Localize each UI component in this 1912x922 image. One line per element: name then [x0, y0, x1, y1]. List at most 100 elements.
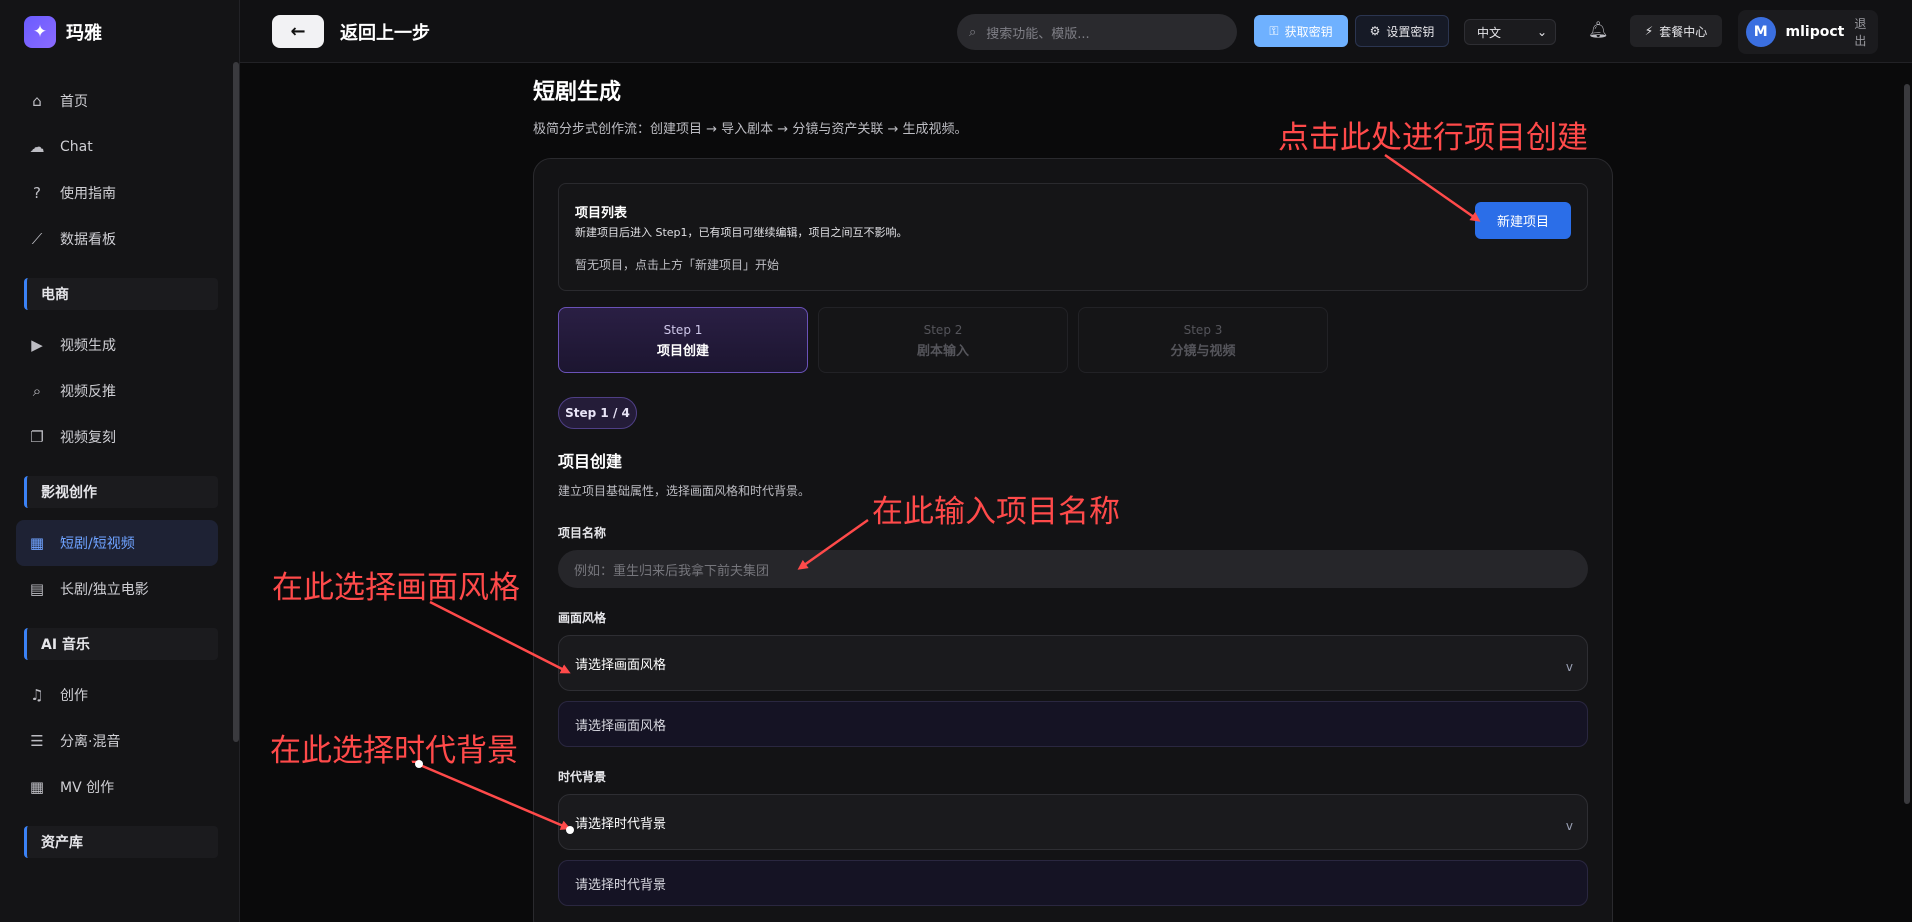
project-list-description: 新建项目后进入 Step1，已有项目可继续编辑，项目之间互不影响。: [575, 226, 908, 239]
project-list-panel: 项目列表 新建项目后进入 Step1，已有项目可继续编辑，项目之间互不影响。 暂…: [558, 183, 1588, 291]
language-select[interactable]: 中文 ⌄: [1464, 19, 1556, 45]
sidebar-item-label: Chat: [60, 139, 93, 155]
era-option[interactable]: 请选择时代背景: [558, 860, 1588, 906]
step-number: Step 1: [663, 323, 703, 337]
style-option-label: 请选择画面风格: [575, 718, 667, 734]
era-label: 时代背景: [558, 770, 607, 784]
set-key-label: 设置密钥: [1386, 24, 1435, 39]
sidebar-item-label: 数据看板: [60, 232, 116, 248]
sidebar: ✦ 玛雅 ⌂ 首页 ☁ Chat? 使用指南 ⟋ 数据看板 电商 ▶ 视频生成 ⌕ 视频反推 ❐ 视频复刻…: [0, 0, 240, 922]
step-tab-2[interactable]: Step 2 剧本输入: [818, 307, 1068, 373]
sidebar-section-header: AI 音乐: [24, 628, 218, 660]
search-input[interactable]: ⌕ 搜索功能、模版...: [957, 14, 1237, 50]
era-select[interactable]: 请选择时代背景 v: [558, 794, 1588, 850]
sidebar-item[interactable]: ▶ 视频生成: [16, 322, 218, 368]
new-project-button[interactable]: 新建项目: [1475, 202, 1571, 239]
step-name: 剧本输入: [916, 344, 969, 359]
section-title: 项目创建: [558, 452, 623, 471]
sidebar-item-label: 短剧/短视频: [60, 536, 135, 552]
project-name-label: 项目名称: [558, 526, 607, 540]
chevron-down-icon: v: [1565, 819, 1573, 833]
project-list-title: 项目列表: [575, 206, 628, 221]
sidebar-item[interactable]: ♫ 创作: [16, 672, 218, 718]
step-name: 项目创建: [656, 344, 709, 359]
top-bar: ← 返回上一步 ⌕ 搜索功能、模版... ⚿ 获取密钥 ⚙ 设置密钥 中文 ⌄ …: [240, 0, 1912, 63]
get-key-label: 获取密钥: [1284, 24, 1333, 39]
back-button[interactable]: ←: [272, 15, 324, 48]
project-name-placeholder: 例如：重生归来后我拿下前夫集团: [574, 563, 770, 579]
search-video-icon: ⌕: [32, 382, 42, 400]
annotation-enter-name: 在此输入项目名称: [872, 494, 1120, 530]
chat-icon: ☁: [29, 138, 45, 156]
sidebar-section-header: 影视创作: [24, 476, 218, 508]
style-select[interactable]: 请选择画面风格 v: [558, 635, 1588, 691]
chevron-down-icon: v: [1565, 660, 1573, 674]
step-badge: Step 1 / 4: [558, 397, 637, 429]
step-tab-3[interactable]: Step 3 分镜与视频: [1078, 307, 1328, 373]
logout-link[interactable]: 退出: [1854, 15, 1878, 49]
era-select-value: 请选择时代背景: [575, 816, 667, 832]
annotation-create-project: 点击此处进行项目创建: [1278, 120, 1588, 156]
annotation-choose-style: 在此选择画面风格: [272, 570, 520, 606]
sidebar-item[interactable]: ▦ MV 创作: [16, 764, 218, 810]
step-number: Step 3: [1183, 323, 1223, 337]
style-select-value: 请选择画面风格: [575, 657, 667, 673]
sidebar-item-label: 视频反推: [60, 384, 116, 400]
step-number: Step 2: [923, 323, 963, 337]
sidebar-item-label: 首页: [60, 94, 88, 110]
sidebar-item[interactable]: ▤ 长剧/独立电影: [16, 566, 218, 612]
project-name-input[interactable]: 例如：重生归来后我拿下前夫集团: [558, 550, 1588, 588]
chart-icon: ⟋: [31, 230, 43, 248]
lightning-icon: ⚡︎: [1644, 24, 1654, 38]
copy-icon: ❐: [30, 428, 44, 446]
sidebar-nav: ⌂ 首页 ☁ Chat? 使用指南 ⟋ 数据看板 电商 ▶ 视频生成 ⌕ 视频反推 ❐ 视频复刻 影视创作 ▦…: [16, 78, 218, 870]
sidebar-item-label: 使用指南: [60, 186, 116, 202]
clapperboard-icon: ▤: [29, 580, 45, 598]
sidebar-item-label: 视频生成: [60, 338, 116, 354]
chevron-down-icon: ⌄: [1536, 25, 1547, 39]
sidebar-item[interactable]: ⌕ 视频反推: [16, 368, 218, 414]
sidebar-section-header: 电商: [24, 278, 218, 310]
gear-icon: ⚙: [1369, 24, 1381, 38]
sidebar-item-label: 创作: [60, 688, 88, 704]
user-menu[interactable]: M mlipoct 退出: [1738, 10, 1878, 54]
sidebar-item-label: 分离·混音: [60, 734, 121, 750]
avatar: M: [1746, 17, 1776, 47]
help-icon: ?: [33, 184, 41, 202]
sidebar-item[interactable]: ❐ 视频复刻: [16, 414, 218, 460]
project-list-empty: 暂无项目，点击上方「新建项目」开始: [575, 258, 780, 272]
sidebar-item[interactable]: ? 使用指南: [16, 170, 218, 216]
step-tab-1[interactable]: Step 1 项目创建: [558, 307, 808, 373]
get-key-button[interactable]: ⚿ 获取密钥: [1254, 15, 1348, 47]
film-strip-icon: ▦: [29, 778, 45, 796]
key-icon: ⚿: [1269, 23, 1279, 38]
brand-name: 玛雅: [66, 23, 102, 44]
package-label: 套餐中心: [1659, 24, 1708, 39]
sidebar-item[interactable]: ⟋ 数据看板: [16, 216, 218, 262]
step-name: 分镜与视频: [1170, 344, 1236, 359]
home-icon: ⌂: [32, 92, 42, 110]
bell-icon[interactable]: 🔔︎: [1588, 20, 1608, 39]
style-option[interactable]: 请选择画面风格: [558, 701, 1588, 747]
sidebar-item-label: MV 创作: [60, 780, 115, 796]
sidebar-item-label: 长剧/独立电影: [60, 582, 149, 598]
film-icon: ▦: [29, 534, 45, 552]
sidebar-item[interactable]: ⌂ 首页: [16, 78, 218, 124]
set-key-button[interactable]: ⚙ 设置密钥: [1355, 15, 1449, 47]
page-subtitle: 极简分步式创作流：创建项目 → 导入剧本 → 分镜与资产关联 → 生成视频。: [533, 122, 968, 137]
sidebar-item[interactable]: ▦ 短剧/短视频: [16, 520, 218, 566]
sidebar-item[interactable]: ☰ 分离·混音: [16, 718, 218, 764]
brand[interactable]: ✦ 玛雅: [24, 16, 102, 48]
section-subtitle: 建立项目基础属性，选择画面风格和时代背景。: [558, 484, 811, 498]
page-title: 短剧生成: [533, 80, 622, 105]
language-value: 中文: [1477, 25, 1502, 40]
search-placeholder: 搜索功能、模版...: [986, 26, 1090, 42]
sliders-icon: ☰: [30, 732, 44, 750]
package-button[interactable]: ⚡︎ 套餐中心: [1630, 15, 1722, 47]
username: mlipoct: [1785, 24, 1845, 40]
page-scrollbar[interactable]: [1904, 84, 1910, 804]
sidebar-item[interactable]: ☁ Chat: [16, 124, 218, 170]
era-option-label: 请选择时代背景: [575, 877, 667, 893]
sidebar-scrollbar[interactable]: [233, 62, 239, 742]
search-icon: ⌕: [969, 24, 977, 40]
